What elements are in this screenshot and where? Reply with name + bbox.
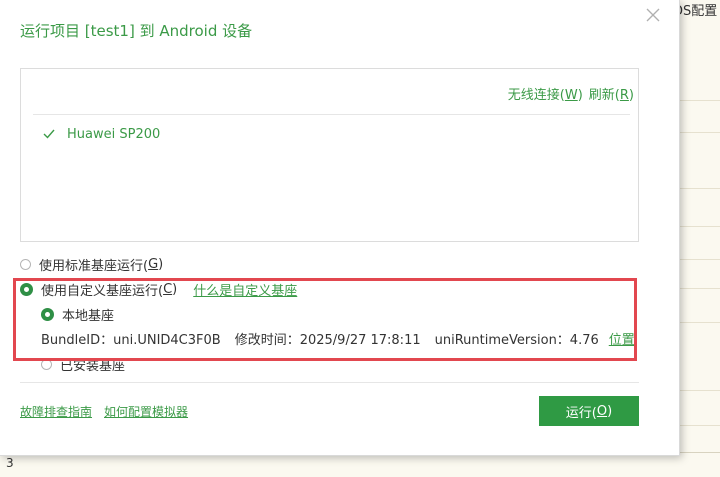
modified-time: 修改时间：2025/9/27 17:8:11: [234, 333, 421, 348]
footer-links: 故障排查指南 如何配置模拟器: [20, 403, 200, 420]
radio-local-base[interactable]: 本地基座: [41, 305, 114, 324]
runtime-version: uniRuntimeVersion：4.76: [434, 333, 599, 348]
radio-dot: [20, 259, 31, 270]
troubleshoot-guide-link[interactable]: 故障排查指南: [20, 405, 92, 419]
what-is-custom-base-link[interactable]: 什么是自定义基座: [193, 280, 297, 299]
footer-divider: [20, 382, 639, 383]
line-number: 3: [6, 456, 14, 470]
radio-dot: [41, 359, 52, 370]
radio-installed-base[interactable]: 已安装基座: [41, 355, 125, 374]
panel-divider: [33, 114, 630, 115]
run-button[interactable]: 运行(O): [539, 396, 639, 426]
device-name: Huawei SP200: [67, 127, 161, 142]
radio-standard-base[interactable]: 使用标准基座运行(G): [20, 255, 163, 274]
radio-dot-selected: [20, 283, 33, 296]
dialog-title: 运行项目 [test1] 到 Android 设备: [20, 22, 253, 40]
run-device-dialog: 运行项目 [test1] 到 Android 设备 无线连接(W) 刷新(R) H…: [0, 0, 680, 456]
radio-custom-base[interactable]: 使用自定义基座运行(C) 什么是自定义基座: [20, 280, 297, 299]
close-icon: [646, 8, 660, 22]
radio-dot-selected: [41, 308, 54, 321]
device-panel-actions: 无线连接(W) 刷新(R): [508, 84, 634, 103]
bundle-id: BundleID：uni.UNID4C3F0B: [41, 333, 221, 348]
base-info: BundleID：uni.UNID4C3F0B 修改时间：2025/9/27 17…: [41, 329, 635, 348]
close-button[interactable]: [644, 6, 662, 24]
device-panel: 无线连接(W) 刷新(R) Huawei SP200: [20, 68, 639, 242]
device-item[interactable]: Huawei SP200: [43, 127, 160, 142]
refresh-link[interactable]: 刷新(R): [589, 88, 634, 103]
check-icon: [43, 127, 57, 142]
emulator-config-link[interactable]: 如何配置模拟器: [104, 405, 188, 419]
wireless-connect-link[interactable]: 无线连接(W): [508, 88, 583, 103]
location-link[interactable]: 位置: [609, 333, 635, 348]
